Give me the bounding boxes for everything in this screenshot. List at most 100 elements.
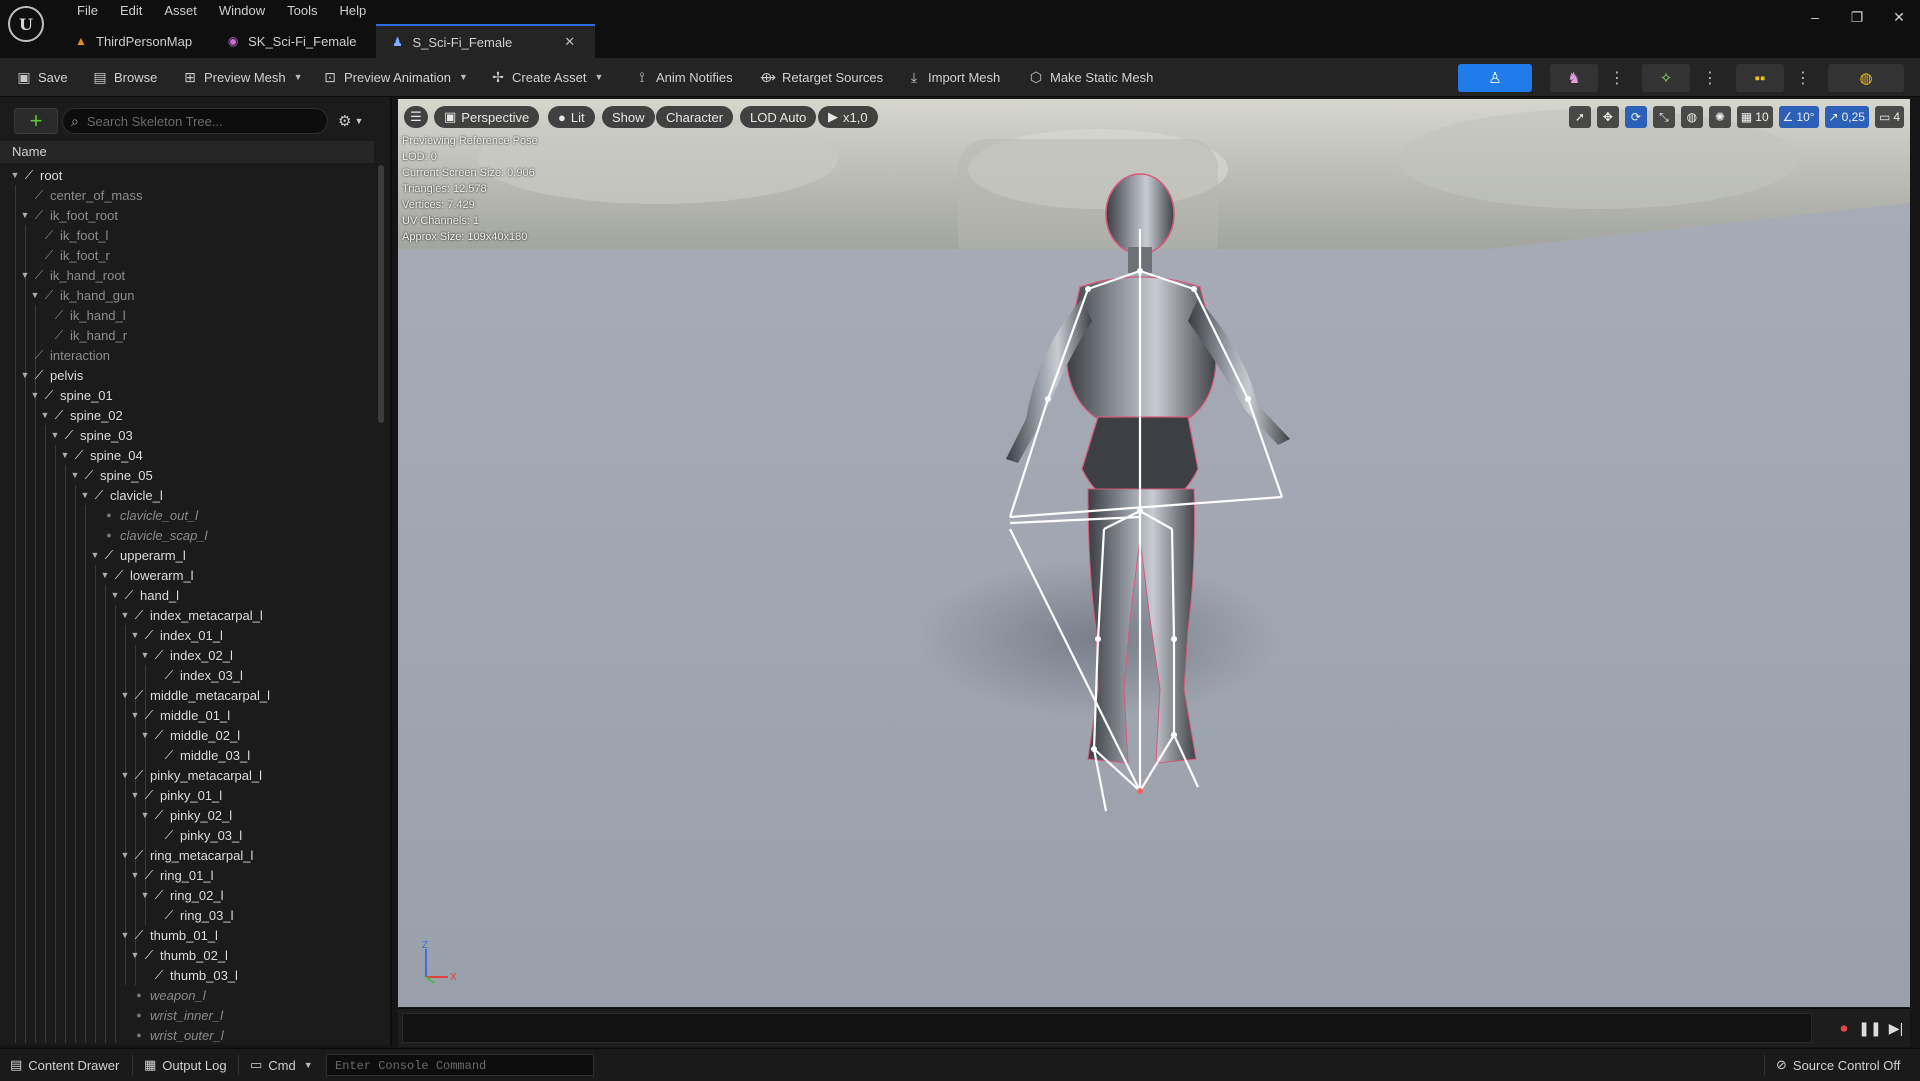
anim-notifies-button[interactable]: ⟟ Anim Notifies [634, 58, 732, 96]
expand-arrow-icon[interactable]: ▼ [20, 210, 30, 220]
bone-tree-item[interactable]: ▼ ⟋ hand_l [110, 585, 180, 605]
bone-tree-item[interactable]: ▼ ⟋ spine_05 [70, 465, 153, 485]
show-button[interactable]: Show [602, 106, 655, 128]
expand-arrow-icon[interactable]: ▼ [140, 890, 150, 900]
expand-arrow-icon[interactable]: ▼ [60, 450, 70, 460]
bone-tree-item[interactable]: ▼ ⟋ ring_metacarpal_l [120, 845, 254, 865]
expand-arrow-icon[interactable]: ▼ [120, 690, 130, 700]
world-local-toggle[interactable]: ◍ [1680, 106, 1703, 128]
expand-arrow-icon[interactable]: ▼ [100, 570, 110, 580]
console-command-input[interactable] [327, 1055, 593, 1077]
content-drawer-button[interactable]: ▤ Content Drawer [10, 1049, 119, 1081]
expand-arrow-icon[interactable]: ▼ [140, 810, 150, 820]
blueprint-mode-options-icon[interactable]: ⋮ [1795, 68, 1811, 88]
bone-tree-item[interactable]: ⟋ ik_foot_l [30, 225, 109, 245]
bone-tree-item[interactable]: ▼ ⟋ pinky_metacarpal_l [120, 765, 262, 785]
bone-tree-item[interactable]: ▼ ⟋ lowerarm_l [100, 565, 194, 585]
preview-animation-dropdown[interactable]: ⊡ Preview Animation ▼ [322, 58, 468, 96]
unreal-logo-icon[interactable]: U [8, 6, 44, 42]
play-speed-button[interactable]: ▶ x1,0 [818, 106, 878, 128]
tab-s-sci-fi-female[interactable]: ♟ S_Sci-Fi_Female ✕ [376, 24, 596, 58]
menu-window[interactable]: Window [208, 0, 276, 22]
record-button[interactable]: ⏺ [1834, 1018, 1854, 1038]
timeline-track[interactable] [402, 1013, 1812, 1043]
bone-tree-item[interactable]: ▼ ⟋ clavicle_l [80, 485, 163, 505]
surface-snap-button[interactable]: ✺ [1708, 106, 1731, 128]
blueprint-mode-button[interactable]: ▪▪ [1736, 64, 1784, 92]
character-button[interactable]: Character [656, 106, 734, 128]
bone-tree-item[interactable]: ▼ ⟋ index_02_l [140, 645, 233, 665]
tab-thirdpersonmap[interactable]: ▲ ThirdPersonMap [60, 24, 212, 58]
animation-mode-options-icon[interactable]: ⋮ [1702, 68, 1718, 88]
expand-arrow-icon[interactable]: ▼ [70, 470, 80, 480]
expand-arrow-icon[interactable]: ▼ [20, 270, 30, 280]
output-log-button[interactable]: ▦ Output Log [144, 1049, 227, 1081]
step-forward-button[interactable]: ▶| [1886, 1018, 1906, 1038]
bone-tree-item[interactable]: ▼ ⟋ spine_03 [50, 425, 133, 445]
expand-arrow-icon[interactable]: ▼ [50, 430, 60, 440]
viewport-options-button[interactable]: ☰ [404, 106, 428, 128]
physics-mode-button[interactable]: ◍ [1828, 64, 1904, 92]
tab-sk-sci-fi-female[interactable]: ◉ SK_Sci-Fi_Female [212, 24, 376, 58]
bone-tree-item[interactable]: ▼ ⟋ ring_01_l [130, 865, 214, 885]
expand-arrow-icon[interactable]: ▼ [130, 870, 140, 880]
expand-arrow-icon[interactable]: ▼ [120, 850, 130, 860]
pause-button[interactable]: ❚❚ [1858, 1018, 1881, 1038]
animation-mode-button[interactable]: ✧ [1642, 64, 1690, 92]
expand-arrow-icon[interactable]: ▼ [130, 710, 140, 720]
expand-arrow-icon[interactable]: ▼ [40, 410, 50, 420]
expand-arrow-icon[interactable]: ▼ [120, 770, 130, 780]
expand-arrow-icon[interactable]: ▼ [120, 610, 130, 620]
expand-arrow-icon[interactable]: ▼ [140, 730, 150, 740]
bone-tree-item[interactable]: ⟋ middle_03_l [150, 745, 250, 765]
menu-file[interactable]: File [66, 0, 109, 22]
bone-tree-item[interactable]: ▼ ⟋ ring_02_l [140, 885, 224, 905]
menu-edit[interactable]: Edit [109, 0, 153, 22]
socket-tree-item[interactable]: ● weapon_l [120, 985, 205, 1005]
menu-help[interactable]: Help [328, 0, 377, 22]
skeleton-mode-button[interactable]: ♙ [1458, 64, 1532, 92]
skeleton-search[interactable]: ⌕ [62, 108, 328, 134]
bone-tree-item[interactable]: ⟋ thumb_03_l [140, 965, 238, 985]
bone-tree-item[interactable]: ▼ ⟋ spine_02 [40, 405, 123, 425]
bone-tree-item[interactable]: ▼ ⟋ pinky_01_l [130, 785, 223, 805]
bone-tree-item[interactable]: ▼ ⟋ upperarm_l [90, 545, 186, 565]
bone-tree-item[interactable]: ▼ ⟋ middle_01_l [130, 705, 231, 725]
bone-tree-item[interactable]: ⟋ ring_03_l [150, 905, 234, 925]
expand-arrow-icon[interactable]: ▼ [130, 790, 140, 800]
bone-tree-item[interactable]: ⟋ interaction [20, 345, 110, 365]
socket-tree-item[interactable]: ● wrist_outer_l [120, 1025, 223, 1043]
mesh-mode-options-icon[interactable]: ⋮ [1609, 68, 1625, 88]
expand-arrow-icon[interactable]: ▼ [30, 290, 40, 300]
skeleton-search-input[interactable] [84, 112, 309, 130]
bone-tree-item[interactable]: ⟋ center_of_mass [20, 185, 143, 205]
expand-arrow-icon[interactable]: ▼ [120, 930, 130, 940]
scale-tool-button[interactable]: ⤡ [1652, 106, 1675, 128]
bone-tree-item[interactable]: ▼ ⟋ middle_02_l [140, 725, 241, 745]
scale-snap-button[interactable]: ↗ 0,25 [1824, 106, 1869, 128]
expand-arrow-icon[interactable]: ▼ [10, 170, 20, 180]
bone-tree-item[interactable]: ⟋ ik_hand_l [40, 305, 126, 325]
bone-tree-item[interactable]: ▼ ⟋ spine_01 [30, 385, 113, 405]
grid-snap-button[interactable]: ▦ 10 [1736, 106, 1773, 128]
close-window-button[interactable]: ✕ [1878, 0, 1920, 34]
socket-tree-item[interactable]: ● clavicle_scap_l [90, 525, 207, 545]
bone-tree-item[interactable]: ▼ ⟋ ik_foot_root [20, 205, 118, 225]
expand-arrow-icon[interactable]: ▼ [90, 550, 100, 560]
rotation-snap-button[interactable]: ∠ 10° [1778, 106, 1819, 128]
browse-button[interactable]: ▤ Browse [92, 58, 157, 96]
bone-tree-item[interactable]: ▼ ⟋ index_01_l [130, 625, 223, 645]
cmd-dropdown[interactable]: ▭ Cmd ▼ [250, 1049, 313, 1081]
expand-arrow-icon[interactable]: ▼ [80, 490, 90, 500]
bone-tree-item[interactable]: ▼ ⟋ pelvis [20, 365, 84, 385]
bone-tree-item[interactable]: ▼ ⟋ spine_04 [60, 445, 143, 465]
retarget-sources-button[interactable]: ⟴ Retarget Sources [760, 58, 883, 96]
bone-tree-item[interactable]: ⟋ pinky_03_l [150, 825, 242, 845]
expand-arrow-icon[interactable]: ▼ [140, 650, 150, 660]
create-asset-dropdown[interactable]: ✢ Create Asset ▼ [490, 58, 603, 96]
socket-tree-item[interactable]: ● clavicle_out_l [90, 505, 198, 525]
tree-scrollbar[interactable] [378, 165, 384, 423]
console-command-field[interactable] [326, 1054, 594, 1077]
bone-tree-item[interactable]: ▼ ⟋ root [10, 165, 63, 185]
tree-column-header[interactable]: Name [0, 141, 374, 163]
